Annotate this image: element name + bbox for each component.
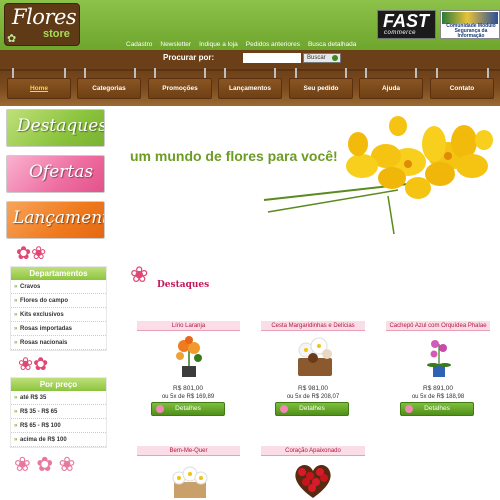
logo-sub: store xyxy=(43,28,70,40)
nav-categorias[interactable]: Categorias xyxy=(77,78,141,99)
search-button-label: Buscar xyxy=(307,55,326,61)
product-name[interactable]: Coração Apaixonado xyxy=(261,446,365,456)
dept-item[interactable]: Cravos xyxy=(11,280,106,294)
logo-flower-icon: ✿ xyxy=(7,33,17,45)
product-installments: ou 5x de R$ 208,07 xyxy=(286,394,340,400)
section-title: Destaques xyxy=(157,280,210,290)
product-image[interactable] xyxy=(422,336,456,378)
price-item[interactable]: R$ 35 - R$ 65 xyxy=(11,405,106,419)
dept-item[interactable]: Rosas nacionais xyxy=(11,336,106,350)
heart-icon xyxy=(405,405,413,413)
search-bar: Procurar por: Buscar xyxy=(0,50,500,67)
community-logo[interactable]: Comunidade Módulo Segurança da Informaçã… xyxy=(440,10,500,39)
yellow-lily-image xyxy=(263,116,493,235)
departments-box: Departamentos Cravos Flores do campo Kit… xyxy=(10,266,107,351)
fast-logo-sub: commerce xyxy=(384,30,417,36)
details-button[interactable]: Detalhes xyxy=(151,402,225,416)
banner-lancamentos[interactable]: Lançamentos xyxy=(6,201,105,239)
swirl-ornament-icon: ❀ ✿ ❀ xyxy=(14,454,76,476)
product-installments: ou 5x de R$ 188,98 xyxy=(411,394,465,400)
search-label: Procurar por: xyxy=(163,53,215,62)
hero-banner: um mundo de flores para você! xyxy=(110,108,500,240)
banner-label: Lançamentos xyxy=(13,208,104,228)
product-image[interactable] xyxy=(172,336,206,378)
departments-title: Departamentos xyxy=(11,267,106,280)
banner-destaques[interactable]: Destaques xyxy=(6,109,105,147)
go-icon xyxy=(332,55,338,61)
product-price: R$ 891,00 xyxy=(423,385,453,392)
swirl-ornament-icon: ✿❀ xyxy=(16,243,47,263)
dept-item[interactable]: Kits exclusivos xyxy=(11,308,106,322)
page: Flores ✿ store FAST commerce Comunidade … xyxy=(0,0,500,500)
destaques-ornament-icon: ❀ xyxy=(130,262,149,287)
product-image[interactable] xyxy=(170,462,210,498)
price-item[interactable]: até R$ 35 xyxy=(11,391,106,405)
product-name[interactable]: Cachepô Azul com Orquídea Phalae xyxy=(386,321,490,331)
product-price: R$ 981,00 xyxy=(298,385,328,392)
fast-commerce-logo[interactable]: FAST commerce xyxy=(377,10,436,39)
product-installments: ou 5x de R$ 169,89 xyxy=(161,394,215,400)
details-button-label: Detalhes xyxy=(424,405,450,412)
product-image[interactable] xyxy=(295,336,335,378)
product-name[interactable]: Cesta Margaridinhas e Delícias xyxy=(261,321,365,331)
search-input[interactable] xyxy=(243,53,301,63)
nav-contato[interactable]: Contato xyxy=(430,78,494,99)
price-item[interactable]: R$ 65 - R$ 100 xyxy=(11,419,106,433)
banner-label: Ofertas xyxy=(29,162,94,182)
details-button-label: Detalhes xyxy=(175,405,201,412)
product-name[interactable]: Bem-Me-Quer xyxy=(137,446,240,456)
price-filter-title: Por preço xyxy=(11,378,106,391)
search-button[interactable]: Buscar xyxy=(303,53,341,63)
nav-seu-pedido[interactable]: Seu pedido xyxy=(289,78,353,99)
product-name[interactable]: Lírio Laranja xyxy=(137,321,240,331)
fast-logo-text: FAST xyxy=(383,11,430,31)
nav-rod xyxy=(0,69,500,71)
product-image[interactable] xyxy=(290,460,336,500)
dept-item[interactable]: Rosas importadas xyxy=(11,322,106,336)
swirl-ornament-icon: ❀✿ xyxy=(18,354,49,374)
nav-home[interactable]: Home xyxy=(7,78,71,99)
nav-ajuda[interactable]: Ajuda xyxy=(359,78,423,99)
header: Flores ✿ store FAST commerce Comunidade … xyxy=(0,0,500,50)
price-filter-box: Por preço até R$ 35 R$ 35 - R$ 65 R$ 65 … xyxy=(10,377,107,448)
community-logo-text: Comunidade Módulo Segurança da Informaçã… xyxy=(446,23,496,39)
details-button-label: Detalhes xyxy=(299,405,325,412)
nav-lancamentos[interactable]: Lançamentos xyxy=(218,78,282,99)
heart-icon xyxy=(280,405,288,413)
flores-store-logo[interactable]: Flores ✿ store xyxy=(4,3,80,46)
price-item[interactable]: acima de R$ 100 xyxy=(11,433,106,447)
banner-label: Destaques xyxy=(17,116,105,136)
details-button[interactable]: Detalhes xyxy=(275,402,349,416)
logo-name: Flores xyxy=(12,5,77,29)
details-button[interactable]: Detalhes xyxy=(400,402,474,416)
product-price: R$ 801,00 xyxy=(173,385,203,392)
dept-item[interactable]: Flores do campo xyxy=(11,294,106,308)
main-nav: Home Categorias Promoções Lançamentos Se… xyxy=(0,67,500,106)
banner-ofertas[interactable]: Ofertas xyxy=(6,155,105,193)
nav-promocoes[interactable]: Promoções xyxy=(148,78,212,99)
heart-icon xyxy=(156,405,164,413)
